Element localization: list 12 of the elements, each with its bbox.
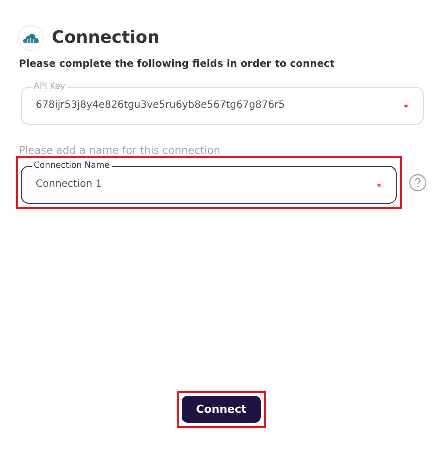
cloud-logo-icon: [18, 25, 44, 51]
field-value: 678ijr53j8y4e826tgu3ve5ru6yb8e567tg67g876r5: [36, 100, 286, 110]
input-field[interactable]: Connection Name Connection 1 *: [21, 161, 397, 204]
input-field[interactable]: API Key 678ijr53j8y4e826tgu3ve5ru6yb8e567tg67g876r5 *: [21, 82, 424, 125]
field-hint: Please add a name for this connection: [19, 145, 222, 157]
page-title: Connection: [52, 28, 160, 48]
help-icon[interactable]: [409, 174, 427, 192]
connect-button[interactable]: Connect: [182, 396, 261, 423]
field-value: Connection 1: [36, 178, 102, 190]
required-mark: *: [376, 181, 382, 194]
required-mark: *: [404, 102, 409, 115]
instructions-text: Please complete the following fields in order to connect: [19, 59, 336, 70]
